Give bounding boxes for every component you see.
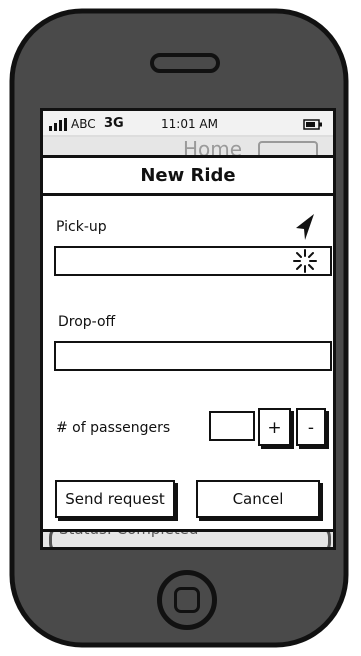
send-request-button[interactable]: Send request: [55, 480, 175, 518]
passengers-plus-button[interactable]: +: [258, 408, 291, 446]
dropoff-input[interactable]: [54, 341, 332, 371]
network-label: 3G: [104, 116, 124, 131]
passengers-count-input[interactable]: [209, 411, 255, 441]
dialog-header: New Ride: [43, 158, 333, 196]
home-button-square-icon: [174, 587, 200, 613]
pickup-input[interactable]: [54, 246, 332, 276]
status-time: 11:01 AM: [161, 117, 218, 131]
passengers-label: # of passengers: [56, 420, 171, 436]
pickup-label: Pick-up: [56, 219, 107, 235]
loading-spinner-icon: [293, 249, 317, 273]
dropoff-label: Drop-off: [58, 314, 116, 330]
phone-speaker: [150, 53, 220, 73]
new-ride-dialog: New Ride Pick-up Drop-off # of passenger…: [40, 155, 336, 532]
dialog-title: New Ride: [140, 165, 236, 186]
carrier-label: ABC: [71, 117, 96, 131]
signal-bars-icon: [49, 118, 67, 131]
status-bar: ABC 3G 11:01 AM: [43, 111, 333, 137]
passengers-minus-button[interactable]: -: [296, 408, 326, 446]
location-arrow-icon[interactable]: [294, 212, 316, 242]
battery-icon: [303, 119, 322, 130]
cancel-button[interactable]: Cancel: [196, 480, 320, 518]
